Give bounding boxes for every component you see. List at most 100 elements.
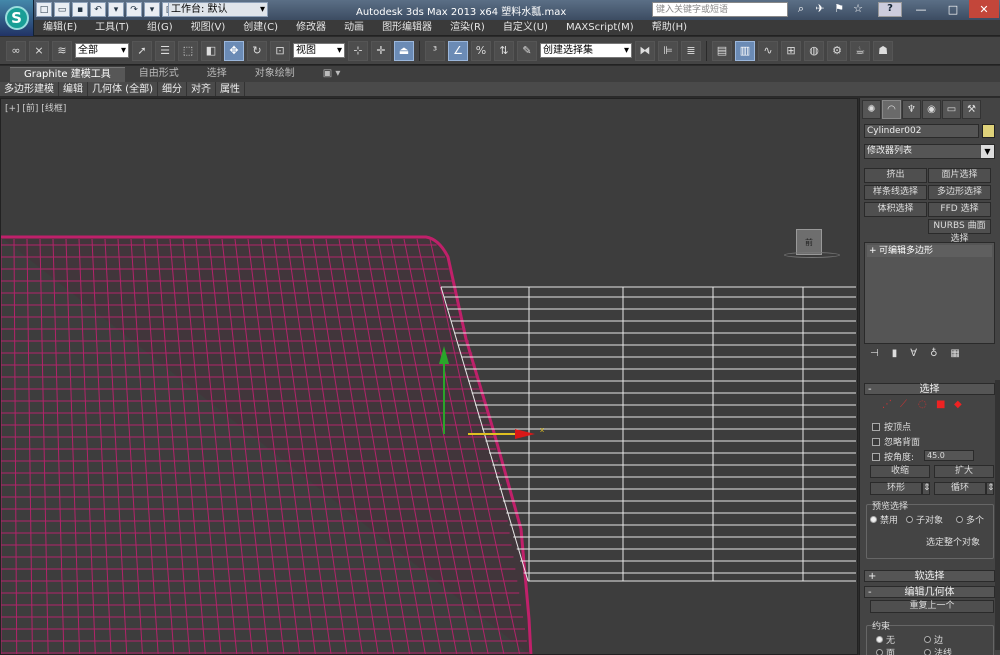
link-icon[interactable]: ∞ bbox=[6, 40, 26, 61]
panel-edit[interactable]: 编辑 bbox=[59, 82, 88, 96]
ring-button[interactable]: 环形 bbox=[870, 482, 922, 495]
layer-manager-icon[interactable]: ≣ bbox=[681, 40, 701, 61]
maximize-button[interactable]: □ bbox=[937, 0, 969, 18]
menu-edit[interactable]: 编辑(E) bbox=[34, 20, 86, 35]
bind-spacewarp-icon[interactable]: ≋ bbox=[52, 40, 72, 61]
render-setup-icon[interactable]: ⚙ bbox=[827, 40, 847, 61]
menu-customize[interactable]: 自定义(U) bbox=[494, 20, 557, 35]
menu-create[interactable]: 创建(C) bbox=[234, 20, 287, 35]
modify-tab-icon[interactable]: ◠ bbox=[882, 100, 901, 119]
preview-multi-radio[interactable]: 多个 bbox=[956, 513, 984, 526]
preview-subobject-radio[interactable]: 子对象 bbox=[906, 513, 943, 526]
ffd-select-button[interactable]: FFD 选择 bbox=[928, 202, 991, 217]
loop-spinner[interactable]: ⇕ bbox=[986, 482, 995, 495]
patch-select-button[interactable]: 面片选择 bbox=[928, 168, 991, 183]
nurbs-surface-select-button[interactable]: NURBS 曲面选择 bbox=[928, 219, 991, 244]
panel-geometry-all[interactable]: 几何体 (全部) bbox=[88, 82, 158, 96]
workspace-dropdown[interactable]: 工作台: 默认 bbox=[168, 2, 268, 17]
panel-polygon-modeling[interactable]: 多边形建模 bbox=[0, 82, 59, 96]
undo-icon[interactable]: ↶ bbox=[90, 2, 106, 17]
material-editor-icon[interactable]: ◍ bbox=[804, 40, 824, 61]
menu-group[interactable]: 组(G) bbox=[138, 20, 182, 35]
grow-button[interactable]: 扩大 bbox=[934, 465, 994, 478]
angle-snap-icon[interactable]: ∠ bbox=[448, 40, 468, 61]
curve-editor-icon[interactable]: ∿ bbox=[758, 40, 778, 61]
menu-animation[interactable]: 动画 bbox=[335, 20, 373, 35]
search-input[interactable]: 键入关键字或短语 bbox=[652, 2, 788, 17]
tab-graphite[interactable]: Graphite 建模工具 bbox=[10, 67, 125, 82]
front-viewport[interactable]: [+] [前] [线框] 前 x bbox=[0, 98, 858, 655]
panel-align[interactable]: 对齐 bbox=[187, 82, 216, 96]
new-file-icon[interactable]: □ bbox=[36, 2, 52, 17]
graphite-toggle-icon[interactable]: ▤ bbox=[712, 40, 732, 61]
motion-tab-icon[interactable]: ◉ bbox=[922, 100, 941, 119]
preview-off-radio[interactable]: 禁用 bbox=[870, 513, 898, 526]
spinner-snap-icon[interactable]: ⇅ bbox=[494, 40, 514, 61]
favorites-star-icon[interactable]: ☆ bbox=[851, 2, 865, 17]
volume-select-button[interactable]: 体积选择 bbox=[864, 202, 927, 217]
edit-geometry-rollout-header[interactable]: - 编辑几何体 bbox=[864, 586, 995, 598]
schematic-view-icon[interactable]: ⊞ bbox=[781, 40, 801, 61]
subscription-icon[interactable]: ✈ bbox=[813, 2, 827, 17]
unlink-icon[interactable]: ⨯ bbox=[29, 40, 49, 61]
tab-object-paint[interactable]: 对象绘制 bbox=[241, 67, 309, 82]
shrink-button[interactable]: 收缩 bbox=[870, 465, 930, 478]
modifier-list-dropdown[interactable]: 修改器列表 ▼ bbox=[864, 144, 995, 159]
extrude-button[interactable]: 挤出 bbox=[864, 168, 927, 183]
render-production-icon[interactable]: ☗ bbox=[873, 40, 893, 61]
binoculars-icon[interactable]: ⌕ bbox=[794, 2, 808, 17]
ribbon-options-icon[interactable]: ▣ ▾ bbox=[309, 67, 355, 82]
reference-coord-dropdown[interactable]: 视图 bbox=[293, 43, 345, 58]
constraint-normal-radio[interactable]: 法线 bbox=[924, 646, 952, 655]
vertex-icon[interactable]: ⋰ bbox=[882, 400, 894, 410]
rotate-icon[interactable]: ↻ bbox=[247, 40, 267, 61]
soft-selection-rollout-header[interactable]: + 软选择 bbox=[864, 570, 995, 582]
edit-named-selection-icon[interactable]: ✎ bbox=[517, 40, 537, 61]
panel-subdivision[interactable]: 细分 bbox=[158, 82, 187, 96]
selection-filter-dropdown[interactable]: 全部 bbox=[75, 43, 129, 58]
repeat-last-button[interactable]: 重复上一个 bbox=[870, 600, 994, 613]
minimize-button[interactable]: — bbox=[905, 0, 937, 18]
mirror-icon[interactable]: ⧓ bbox=[635, 40, 655, 61]
constraint-face-radio[interactable]: 面 bbox=[876, 646, 895, 655]
by-angle-checkbox[interactable]: 按角度: bbox=[872, 450, 914, 463]
percent-snap-icon[interactable]: % bbox=[471, 40, 491, 61]
constraint-edge-radio[interactable]: 边 bbox=[924, 633, 943, 646]
make-unique-icon[interactable]: ∀ bbox=[910, 348, 917, 359]
menu-rendering[interactable]: 渲染(R) bbox=[441, 20, 494, 35]
configure-sets-icon[interactable]: ▦ bbox=[950, 348, 959, 359]
keyboard-shortcut-icon[interactable]: ⏏ bbox=[394, 40, 414, 61]
select-object-icon[interactable]: ➚ bbox=[132, 40, 152, 61]
menu-help[interactable]: 帮助(H) bbox=[643, 20, 696, 35]
select-manipulate-icon[interactable]: ✛ bbox=[371, 40, 391, 61]
polygon-icon[interactable]: ■ bbox=[936, 400, 948, 410]
element-icon[interactable]: ◆ bbox=[954, 400, 966, 410]
pin-stack-icon[interactable]: ⊣ bbox=[870, 348, 879, 359]
stack-item-editable-poly[interactable]: 可编辑多边形 bbox=[867, 245, 992, 257]
pivot-center-icon[interactable]: ⊹ bbox=[348, 40, 368, 61]
hierarchy-tab-icon[interactable]: ♆ bbox=[902, 100, 921, 119]
poly-select-button[interactable]: 多边形选择 bbox=[928, 185, 991, 200]
app-logo[interactable]: S bbox=[0, 0, 34, 36]
menu-view[interactable]: 视图(V) bbox=[182, 20, 235, 35]
ribbon-toggle-icon[interactable]: ▥ bbox=[735, 40, 755, 61]
angle-spinner[interactable]: 45.0 bbox=[924, 450, 974, 461]
menu-modifiers[interactable]: 修改器 bbox=[287, 20, 335, 35]
communication-icon[interactable]: ⚑ bbox=[832, 2, 846, 17]
modifier-stack[interactable]: 可编辑多边形 bbox=[864, 242, 995, 344]
ring-spinner[interactable]: ⇕ bbox=[922, 482, 931, 495]
menu-tools[interactable]: 工具(T) bbox=[86, 20, 138, 35]
tab-selection[interactable]: 选择 bbox=[193, 67, 241, 82]
spline-select-button[interactable]: 样条线选择 bbox=[864, 185, 927, 200]
align-icon[interactable]: ⊫ bbox=[658, 40, 678, 61]
object-name-field[interactable]: Cylinder002 bbox=[864, 124, 979, 138]
panel-properties[interactable]: 属性 bbox=[216, 82, 245, 96]
command-panel-scrollbar[interactable] bbox=[995, 380, 1000, 650]
select-by-name-icon[interactable]: ☰ bbox=[155, 40, 175, 61]
display-tab-icon[interactable]: ▭ bbox=[942, 100, 961, 119]
rect-selection-icon[interactable]: ⬚ bbox=[178, 40, 198, 61]
menu-graph-editors[interactable]: 图形编辑器 bbox=[373, 20, 441, 35]
utilities-tab-icon[interactable]: ⚒ bbox=[962, 100, 981, 119]
scale-icon[interactable]: ⊡ bbox=[270, 40, 290, 61]
dropdown-icon[interactable]: ▾ bbox=[144, 2, 160, 17]
